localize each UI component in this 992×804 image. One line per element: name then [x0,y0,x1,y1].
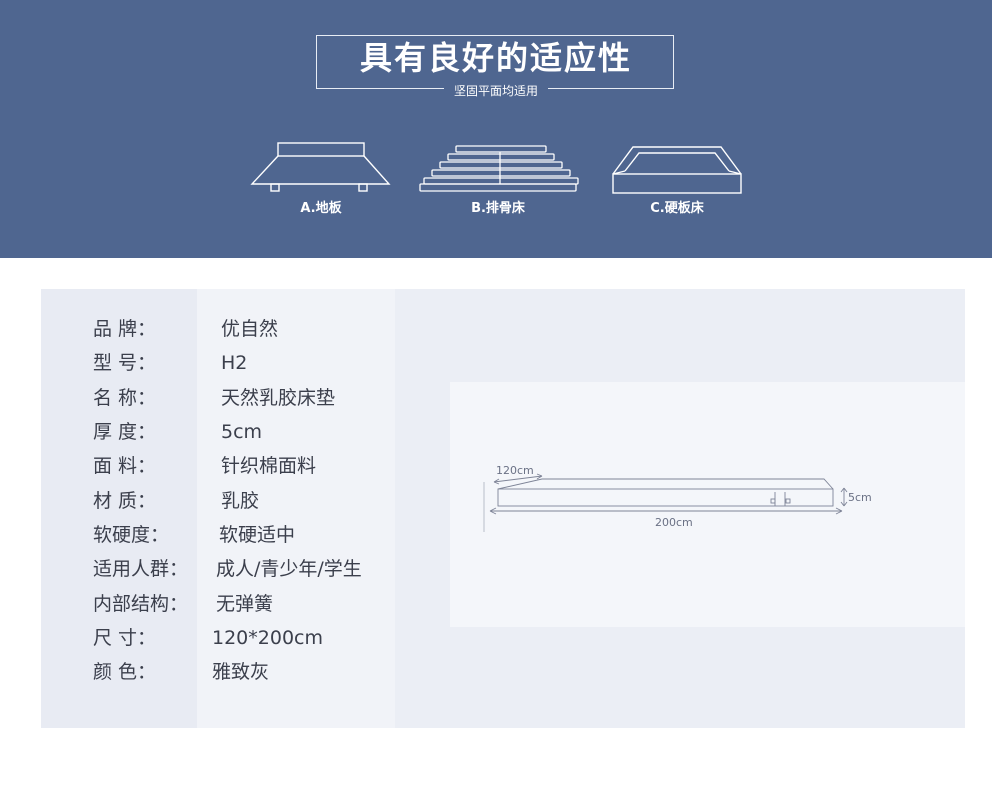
spec-value: 天然乳胶床垫 [221,387,336,409]
spec-value: 120*200cm [212,627,323,649]
bed-label-hard-board: C.硬板床 [650,201,704,216]
banner-subtitle-wrap: 坚固平面均适用 [0,81,992,100]
spec-label: 材 质： [93,490,157,512]
thickness-label: 5cm [848,491,872,504]
spec-label: 型 号： [93,352,157,374]
spec-label: 品 牌： [93,318,157,340]
hard-board-bed-icon [612,146,742,194]
length-label: 200cm [655,516,693,529]
spec-label: 面 料： [93,455,157,477]
spec-label: 内部结构： [93,593,189,615]
spec-value: 优自然 [221,318,279,340]
mattress-dimension-diagram: 120cm 200cm 5cm [483,464,872,532]
dimension-diagram-panel: 120cm 200cm 5cm [450,382,965,627]
banner-title: 具有良好的适应性 [359,39,632,77]
bed-label-floor: A.地板 [300,201,342,216]
spec-value: 成人/青少年/学生 [216,558,362,580]
spec-value: 针织棉面料 [221,455,317,477]
spec-label: 软硬度： [93,524,170,546]
spec-label: 适用人群： [93,558,189,580]
banner-subtitle: 坚固平面均适用 [443,82,548,100]
bed-label-slatted: B.排骨床 [471,201,525,216]
floor-bed-icon [250,142,391,192]
width-label: 120cm [496,464,534,477]
spec-value: 乳胶 [221,490,260,512]
spec-value: 雅致灰 [212,661,270,683]
spec-label: 厚 度： [93,421,157,443]
spec-value: 5cm [221,421,263,443]
spec-value: 无弹簧 [216,593,274,615]
spec-label: 尺 寸： [93,627,157,649]
header-banner: 具有良好的适应性 坚固平面均适用 A.地板 B.排骨床 C.硬板床 [0,0,992,258]
spec-label: 颜 色： [93,661,157,683]
slatted-bed-icon [419,145,579,192]
spec-value: H2 [221,352,248,374]
spec-value: 软硬适中 [219,524,296,546]
spec-label: 名 称： [93,387,157,409]
